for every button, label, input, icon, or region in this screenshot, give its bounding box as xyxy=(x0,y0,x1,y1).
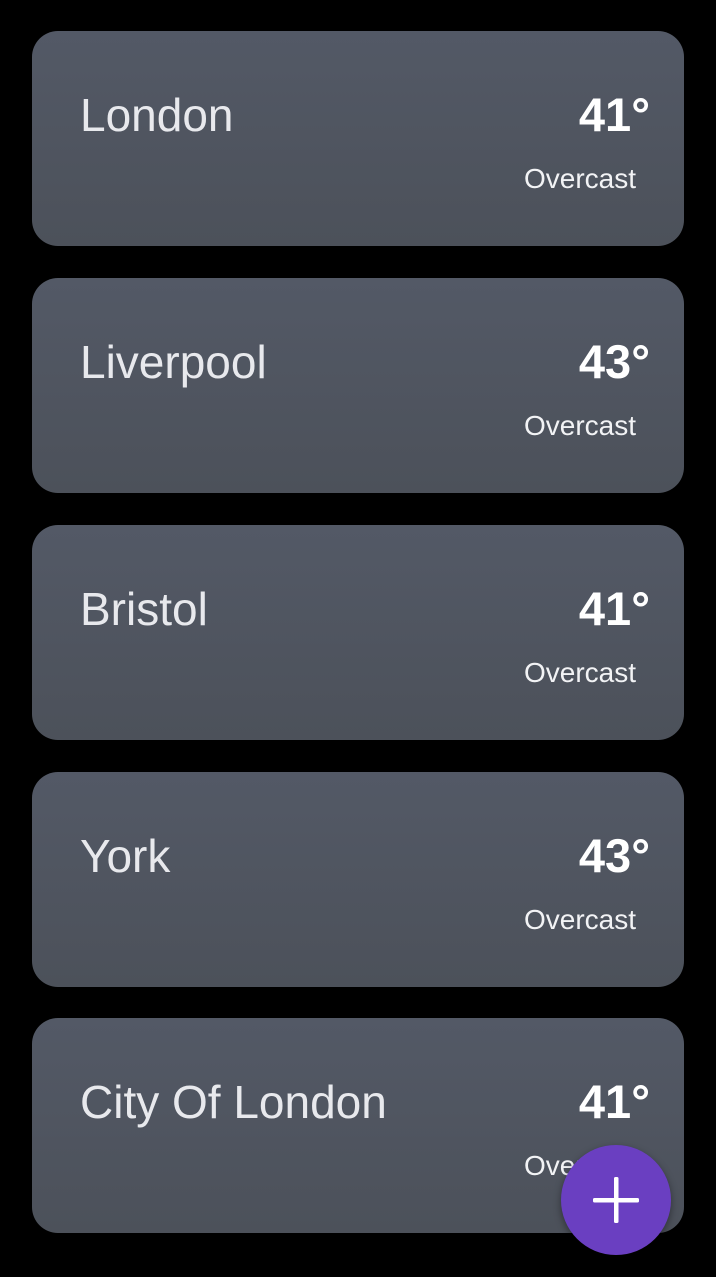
temperature: 41° xyxy=(578,1075,650,1128)
weather-condition: Overcast xyxy=(523,410,636,441)
weather-condition: Overcast xyxy=(523,163,636,194)
city-name: Liverpool xyxy=(80,336,267,388)
temperature: 43° xyxy=(578,335,650,388)
temperature: 41° xyxy=(578,582,650,635)
city-card-london[interactable]: London 41° Overcast xyxy=(32,31,684,246)
temperature: 43° xyxy=(578,829,650,882)
add-city-button[interactable] xyxy=(561,1145,671,1255)
weather-condition: Overcast xyxy=(523,904,636,935)
weather-condition: Overcast xyxy=(523,657,636,688)
city-name: York xyxy=(80,830,171,882)
city-name: London xyxy=(80,89,234,141)
city-name: City Of London xyxy=(80,1076,387,1128)
city-card-liverpool[interactable]: Liverpool 43° Overcast xyxy=(32,278,684,493)
city-name: Bristol xyxy=(80,583,208,635)
city-card-york[interactable]: York 43° Overcast xyxy=(32,772,684,987)
plus-icon xyxy=(591,1175,641,1225)
temperature: 41° xyxy=(578,88,650,141)
city-card-bristol[interactable]: Bristol 41° Overcast xyxy=(32,525,684,740)
